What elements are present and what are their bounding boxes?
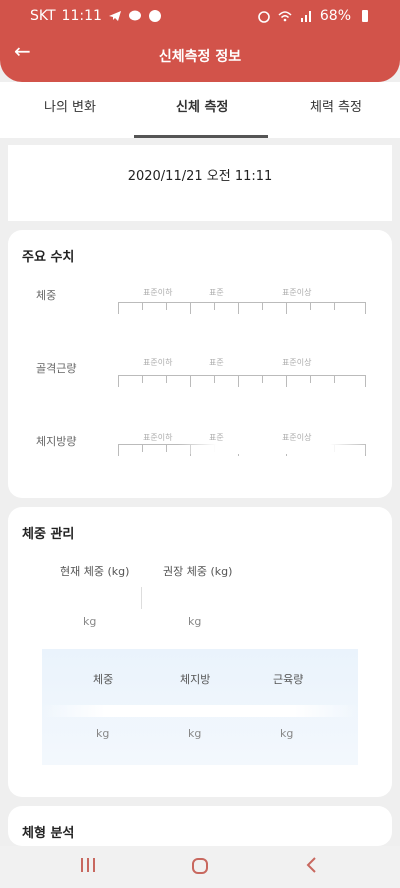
body-type-card: 체형 분석: [8, 806, 392, 846]
scale-low: 표준이하: [143, 433, 173, 442]
clock: 11:11: [61, 8, 102, 24]
composition-unit-body-fat: kg: [188, 727, 202, 740]
composition-label-muscle: 근육량: [273, 673, 304, 686]
wifi-icon: [278, 11, 292, 22]
scale-normal: 표준: [209, 433, 224, 442]
app-bar: SKT 11:11 68% ← 신체측정 정보: [0, 0, 400, 82]
scale-high: 표준이상: [282, 288, 312, 297]
blurred-overlay: [178, 444, 368, 454]
section-title: 주요 수치: [22, 250, 75, 265]
divider: [141, 587, 142, 609]
recommended-weight-label: 권장 체중 (kg): [163, 565, 233, 578]
composition-label-body-fat: 체지방: [180, 673, 211, 686]
metric-label-body-fat: 체지방량: [36, 435, 77, 448]
alarm-icon: [258, 11, 270, 23]
measurement-subtext: [8, 185, 392, 191]
weight-management-card: 체중 관리 현재 체중 (kg) 권장 체중 (kg) kg kg 체중 체지방…: [8, 507, 392, 797]
battery-icon: [362, 10, 368, 22]
main-values-card: 주요 수치 체중 표준이하 표준 표준이상 골격근량 표준이하 표준 표준이상 …: [8, 230, 392, 498]
measurement-date-card: 2020/11/21 오전 11:11: [8, 145, 392, 221]
composition-label-weight: 체중: [93, 673, 114, 686]
recent-apps-icon[interactable]: [76, 856, 100, 878]
tab-my-changes[interactable]: 나의 변화: [44, 96, 96, 115]
tab-body-measurement[interactable]: 신체 측정: [176, 96, 228, 115]
cloud-icon: [148, 10, 161, 22]
blurred-overlay: [42, 705, 358, 717]
recommended-weight-unit: kg: [188, 615, 202, 628]
scale-normal: 표준: [209, 288, 224, 297]
tab-fitness-measurement[interactable]: 체력 측정: [310, 96, 362, 115]
scale-high: 표준이상: [282, 433, 312, 442]
section-title: 체중 관리: [22, 527, 75, 542]
telegram-icon: [108, 11, 121, 21]
gauge-skeletal-muscle: [118, 375, 366, 389]
active-tab-indicator: [134, 135, 268, 138]
metric-label-skeletal-muscle: 골격근량: [36, 362, 77, 375]
battery-level: 68%: [319, 8, 351, 24]
carrier: SKT: [30, 8, 56, 24]
system-nav-bar: [0, 846, 400, 888]
gauge-weight: [118, 302, 366, 316]
current-weight-unit: kg: [83, 615, 97, 628]
scale-normal: 표준: [209, 358, 224, 367]
signal-icon: [300, 11, 311, 22]
page-title: 신체측정 정보: [158, 49, 242, 65]
composition-unit-weight: kg: [96, 727, 110, 740]
scale-high: 표준이상: [282, 358, 312, 367]
section-title: 체형 분석: [22, 826, 75, 841]
scale-low: 표준이하: [143, 288, 173, 297]
measurement-datetime: 2020/11/21 오전 11:11: [127, 169, 273, 184]
body-composition-panel: 체중 체지방 근육량 kg kg kg: [42, 649, 358, 765]
current-weight-label: 현재 체중 (kg): [60, 565, 130, 578]
status-bar: SKT 11:11 68%: [0, 0, 400, 34]
back-icon[interactable]: [300, 856, 324, 878]
scale-low: 표준이하: [143, 358, 173, 367]
composition-unit-muscle: kg: [280, 727, 294, 740]
tab-bar: 나의 변화 신체 측정 체력 측정: [0, 82, 400, 138]
metric-label-weight: 체중: [36, 289, 57, 302]
chat-icon: [128, 10, 141, 21]
home-icon[interactable]: [188, 856, 212, 878]
